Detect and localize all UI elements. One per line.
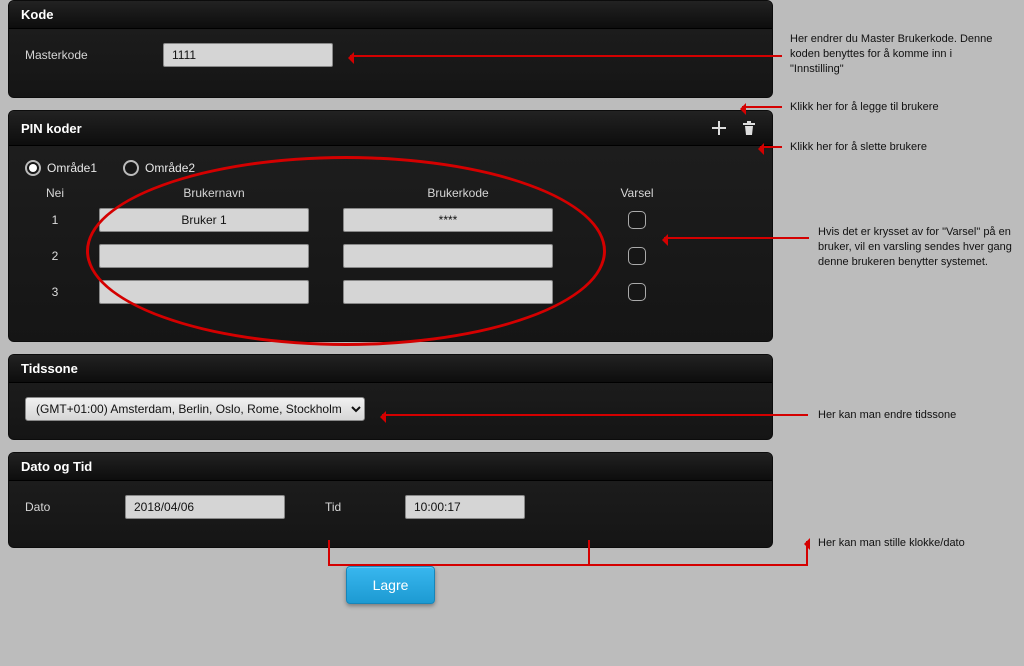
tid-input[interactable] bbox=[405, 495, 525, 519]
annotation-text: Her endrer du Master Brukerkode. Denne k… bbox=[790, 32, 1000, 77]
panel-tidssone: Tidssone (GMT+01:00) Amsterdam, Berlin, … bbox=[8, 354, 773, 440]
annotation-text: Hvis det er krysset av for "Varsel" på e… bbox=[818, 225, 1024, 270]
brukerkode-input[interactable] bbox=[343, 244, 553, 268]
col-nei: Nei bbox=[25, 186, 85, 200]
annotation-arrow bbox=[328, 540, 330, 566]
annotation-arrow bbox=[760, 146, 782, 148]
annotation-arrow bbox=[664, 237, 809, 239]
table-row: 3 bbox=[25, 280, 756, 304]
varsel-checkbox[interactable] bbox=[628, 283, 646, 301]
brukerkode-input[interactable] bbox=[343, 208, 553, 232]
dato-label: Dato bbox=[25, 500, 85, 514]
panel-dato-header: Dato og Tid bbox=[9, 453, 772, 481]
brukernavn-input[interactable] bbox=[99, 244, 309, 268]
annotation-arrow bbox=[382, 414, 808, 416]
panel-tidssone-header: Tidssone bbox=[9, 355, 772, 383]
annotation-text: Klikk her for å slette brukere bbox=[790, 140, 1000, 155]
panel-kode-title: Kode bbox=[21, 7, 54, 22]
brukerkode-input[interactable] bbox=[343, 280, 553, 304]
col-brukernavn: Brukernavn bbox=[99, 186, 329, 200]
brukernavn-input[interactable] bbox=[99, 208, 309, 232]
annotation-text: Her kan man stille klokke/dato bbox=[818, 536, 1024, 551]
radio-icon bbox=[25, 160, 41, 176]
annotation-arrow bbox=[806, 541, 810, 543]
panel-pin-title: PIN koder bbox=[21, 121, 82, 136]
panel-kode: Kode Masterkode bbox=[8, 0, 773, 98]
masterkode-input[interactable] bbox=[163, 43, 333, 67]
annotation-arrow bbox=[350, 55, 782, 57]
dato-input[interactable] bbox=[125, 495, 285, 519]
col-varsel: Varsel bbox=[587, 186, 687, 200]
panel-pin: PIN koder Område1 Område2 bbox=[8, 110, 773, 342]
panel-kode-header: Kode bbox=[9, 1, 772, 29]
row-number: 3 bbox=[25, 285, 85, 299]
row-number: 1 bbox=[25, 213, 85, 227]
varsel-checkbox[interactable] bbox=[628, 247, 646, 265]
trash-icon bbox=[741, 120, 757, 136]
panel-tidssone-title: Tidssone bbox=[21, 361, 78, 376]
masterkode-label: Masterkode bbox=[25, 48, 115, 62]
delete-user-button[interactable] bbox=[738, 117, 760, 139]
brukernavn-input[interactable] bbox=[99, 280, 309, 304]
radio-omrade1[interactable]: Område1 bbox=[25, 160, 97, 176]
panel-pin-header: PIN koder bbox=[9, 111, 772, 146]
panel-dato-title: Dato og Tid bbox=[21, 459, 92, 474]
radio-omrade2[interactable]: Område2 bbox=[123, 160, 195, 176]
row-number: 2 bbox=[25, 249, 85, 263]
radio-icon bbox=[123, 160, 139, 176]
annotation-arrow bbox=[328, 564, 808, 566]
col-brukerkode: Brukerkode bbox=[343, 186, 573, 200]
annotation-text: Her kan man endre tidssone bbox=[818, 408, 1024, 423]
table-row: 1 bbox=[25, 208, 756, 232]
varsel-checkbox[interactable] bbox=[628, 211, 646, 229]
annotation-text: Klikk her for å legge til brukere bbox=[790, 100, 1000, 115]
tidssone-select[interactable]: (GMT+01:00) Amsterdam, Berlin, Oslo, Rom… bbox=[25, 397, 365, 421]
table-row: 2 bbox=[25, 244, 756, 268]
plus-icon bbox=[711, 120, 727, 136]
panel-dato: Dato og Tid Dato Tid bbox=[8, 452, 773, 548]
annotation-arrow bbox=[742, 106, 782, 108]
save-button[interactable]: Lagre bbox=[346, 566, 436, 604]
tid-label: Tid bbox=[325, 500, 365, 514]
annotation-arrow bbox=[588, 540, 590, 566]
add-user-button[interactable] bbox=[708, 117, 730, 139]
